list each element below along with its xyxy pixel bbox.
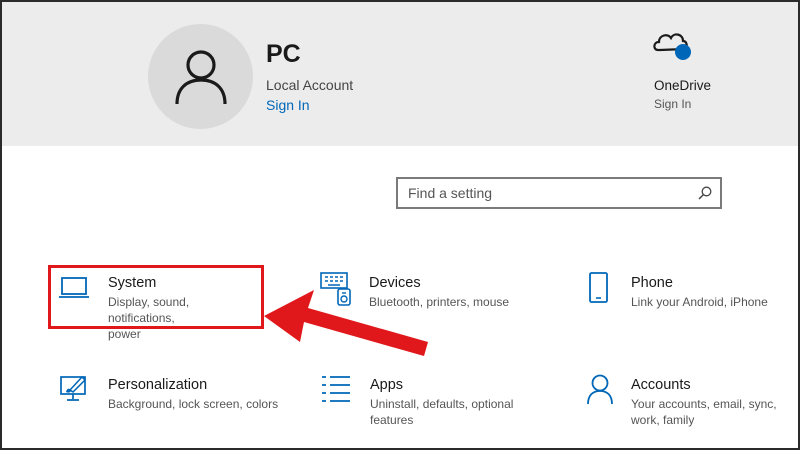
- account-type: Local Account: [266, 77, 354, 93]
- tile-description-line: work, family: [631, 413, 695, 427]
- search-icon[interactable]: [698, 186, 712, 200]
- tile-apps[interactable]: Apps Uninstall, defaults, optional featu…: [320, 374, 540, 428]
- apps-icon: [322, 376, 350, 402]
- tile-phone[interactable]: Phone Link your Android, iPhone: [588, 272, 788, 324]
- onedrive-cloud-icon[interactable]: [652, 28, 694, 62]
- tile-title: Phone: [631, 275, 673, 291]
- tile-title: Apps: [370, 377, 404, 393]
- personalization-icon: [60, 375, 87, 401]
- tile-personalization[interactable]: Personalization Background, lock screen,…: [58, 374, 288, 426]
- tile-description: Your accounts, email, sync, work, family: [631, 396, 777, 428]
- tile-description-line: Link your Android, iPhone: [631, 295, 768, 309]
- phone-icon: [589, 272, 608, 303]
- tile-description: Background, lock screen, colors: [108, 396, 278, 412]
- search-input[interactable]: [398, 179, 688, 207]
- tile-description-line: Uninstall, defaults, optional: [370, 397, 514, 411]
- tile-description-line: features: [370, 413, 414, 427]
- tile-description: Link your Android, iPhone: [631, 294, 768, 310]
- user-icon: [175, 50, 227, 105]
- onedrive-sign-in-status[interactable]: Sign In: [654, 97, 691, 111]
- account-name: PC: [266, 40, 301, 68]
- account-sign-in-link[interactable]: Sign In: [266, 97, 310, 113]
- annotation-arrow: [264, 290, 428, 356]
- tile-description-line: Your accounts, email, sync,: [631, 397, 777, 411]
- tile-accounts[interactable]: Accounts Your accounts, email, sync, wor…: [586, 374, 786, 428]
- avatar[interactable]: [148, 24, 253, 129]
- accounts-icon: [587, 374, 613, 404]
- tile-title: Personalization: [108, 377, 208, 393]
- onedrive-title[interactable]: OneDrive: [654, 78, 711, 93]
- account-header: PC Local Account Sign In OneDrive Sign I…: [0, 0, 800, 146]
- tile-title: Accounts: [631, 377, 691, 393]
- annotation-highlight-box: [48, 265, 264, 329]
- tile-description-line: Background, lock screen, colors: [108, 397, 279, 411]
- tile-description: Uninstall, defaults, optional features: [370, 396, 513, 428]
- search-box[interactable]: [396, 177, 722, 209]
